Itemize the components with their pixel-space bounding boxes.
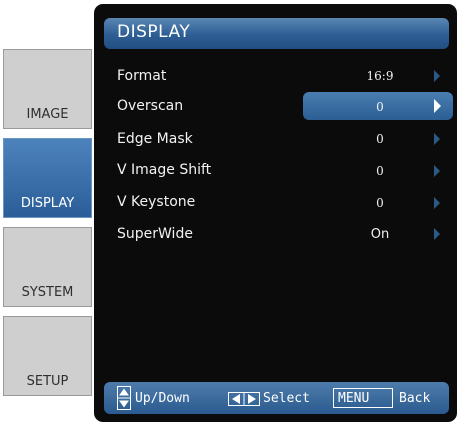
- tab-image-label: IMAGE: [26, 107, 69, 122]
- row-value: 0: [376, 100, 384, 114]
- help-select-label: Select: [263, 391, 310, 406]
- tab-display[interactable]: DISPLAY: [3, 138, 92, 218]
- tab-image[interactable]: IMAGE: [3, 49, 92, 129]
- help-back-label: Back: [399, 391, 431, 406]
- row-value: 0: [376, 196, 384, 210]
- tab-setup[interactable]: SETUP: [3, 316, 92, 396]
- row-value: 16:9: [366, 69, 394, 83]
- left-right-arrows-icon: [228, 392, 260, 406]
- row-value: 0: [376, 132, 384, 146]
- chevron-right-icon[interactable]: [434, 228, 440, 240]
- chevron-right-icon[interactable]: [434, 165, 440, 177]
- page-title: DISPLAY: [117, 22, 191, 42]
- chevron-right-icon[interactable]: [434, 70, 440, 82]
- row-label: Edge Mask: [117, 131, 193, 147]
- help-updown-label: Up/Down: [135, 391, 190, 406]
- chevron-right-icon[interactable]: [434, 197, 440, 209]
- row-value: On: [370, 227, 390, 242]
- row-label: Overscan: [117, 98, 184, 114]
- tab-display-label: DISPLAY: [20, 196, 75, 211]
- row-label: V Image Shift: [117, 162, 212, 178]
- row-label: SuperWide: [117, 226, 193, 242]
- tab-system-label: SYSTEM: [21, 285, 74, 300]
- row-value: 0: [376, 164, 384, 178]
- chevron-right-icon[interactable]: [434, 99, 441, 113]
- help-menu-key: MENU: [338, 391, 370, 406]
- up-down-arrows-icon: [117, 386, 131, 410]
- tab-setup-label: SETUP: [26, 374, 69, 389]
- chevron-right-icon[interactable]: [434, 133, 440, 145]
- row-label: Format: [117, 68, 167, 84]
- row-label: V Keystone: [117, 194, 196, 210]
- tab-system[interactable]: SYSTEM: [3, 227, 92, 307]
